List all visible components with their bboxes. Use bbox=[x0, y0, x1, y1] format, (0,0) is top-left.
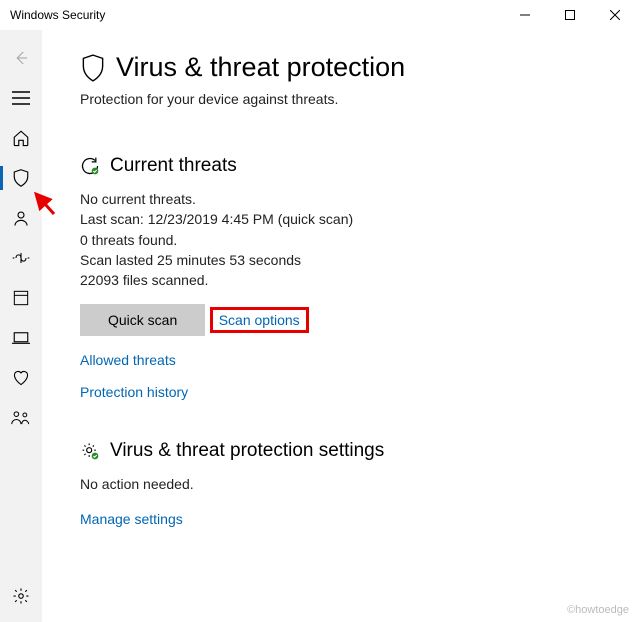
current-threats-section: Current threats No current threats. Last… bbox=[80, 155, 619, 400]
scan-options-link[interactable]: Scan options bbox=[219, 312, 300, 328]
vtp-settings-section: Virus & threat protection settings No ac… bbox=[80, 440, 619, 526]
protection-history-link[interactable]: Protection history bbox=[80, 384, 188, 400]
maximize-button[interactable] bbox=[547, 0, 592, 30]
current-threats-heading: Current threats bbox=[110, 155, 237, 177]
nav-account[interactable] bbox=[0, 198, 42, 238]
watermark: ©howtoedge bbox=[567, 604, 629, 616]
nav-device-health[interactable] bbox=[0, 358, 42, 398]
settings-status-icon bbox=[80, 441, 100, 461]
files-scanned-line: 22093 files scanned. bbox=[80, 270, 619, 290]
scan-status-icon bbox=[80, 156, 100, 176]
vtp-settings-heading: Virus & threat protection settings bbox=[110, 440, 384, 462]
minimize-button[interactable] bbox=[502, 0, 547, 30]
nav-app-browser[interactable] bbox=[0, 278, 42, 318]
threats-status-line: No current threats. bbox=[80, 189, 619, 209]
manage-settings-link[interactable]: Manage settings bbox=[80, 511, 183, 527]
scan-duration-line: Scan lasted 25 minutes 53 seconds bbox=[80, 250, 619, 270]
annotation-highlight: Scan options bbox=[210, 307, 309, 333]
last-scan-line: Last scan: 12/23/2019 4:45 PM (quick sca… bbox=[80, 209, 619, 229]
page-subtitle: Protection for your device against threa… bbox=[80, 91, 619, 107]
nav-family[interactable] bbox=[0, 398, 42, 438]
titlebar: Windows Security bbox=[0, 0, 637, 30]
threats-found-line: 0 threats found. bbox=[80, 230, 619, 250]
main-content: Virus & threat protection Protection for… bbox=[42, 30, 637, 622]
back-button[interactable] bbox=[0, 38, 42, 78]
page-title: Virus & threat protection bbox=[116, 52, 405, 83]
nav-virus-threat[interactable] bbox=[0, 158, 42, 198]
nav-home[interactable] bbox=[0, 118, 42, 158]
allowed-threats-link[interactable]: Allowed threats bbox=[80, 352, 176, 368]
window-title: Windows Security bbox=[10, 8, 502, 22]
nav-settings[interactable] bbox=[0, 576, 42, 616]
menu-button[interactable] bbox=[0, 78, 42, 118]
sidebar bbox=[0, 30, 42, 622]
nav-device-security[interactable] bbox=[0, 318, 42, 358]
quick-scan-button[interactable]: Quick scan bbox=[80, 304, 205, 336]
settings-status: No action needed. bbox=[80, 474, 619, 494]
nav-firewall[interactable] bbox=[0, 238, 42, 278]
close-button[interactable] bbox=[592, 0, 637, 30]
shield-icon bbox=[80, 53, 106, 83]
